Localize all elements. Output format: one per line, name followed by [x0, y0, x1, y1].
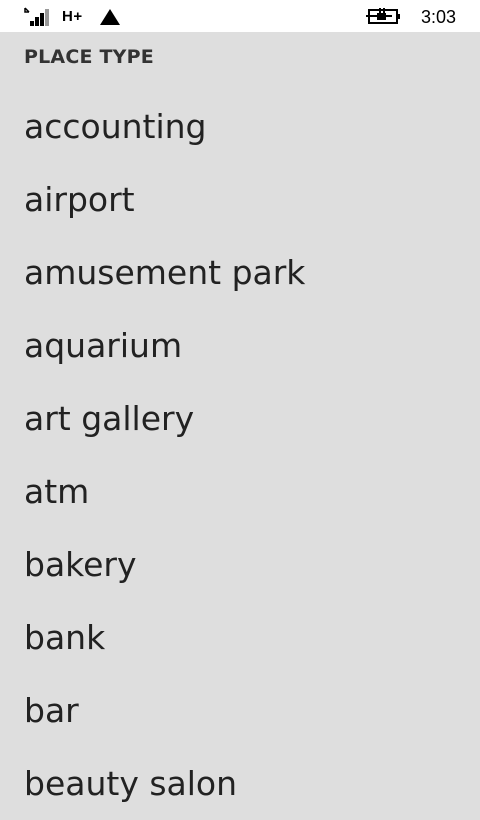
place-type-list: accounting airport amusement park aquari… — [0, 90, 480, 820]
list-item-bank[interactable]: bank — [0, 601, 480, 674]
list-item-aquarium[interactable]: aquarium — [0, 309, 480, 382]
list-item-beauty-salon[interactable]: beauty salon — [0, 747, 480, 820]
list-item-amusement-park[interactable]: amusement park — [0, 236, 480, 309]
list-item-art-gallery[interactable]: art gallery — [0, 382, 480, 455]
list-item-accounting[interactable]: accounting — [0, 90, 480, 163]
page-title: PLACE TYPE — [24, 46, 154, 68]
list-item-bakery[interactable]: bakery — [0, 528, 480, 601]
list-item-airport[interactable]: airport — [0, 163, 480, 236]
clock: 3:03 — [420, 7, 456, 27]
data-transfer-icon — [100, 9, 120, 25]
list-item-bar[interactable]: bar — [0, 674, 480, 747]
network-type-label: H+ — [62, 8, 83, 25]
signal-icon — [24, 7, 49, 26]
battery-charging-icon — [366, 8, 400, 24]
status-bar: H+ 3:03 — [0, 0, 480, 32]
list-item-atm[interactable]: atm — [0, 455, 480, 528]
